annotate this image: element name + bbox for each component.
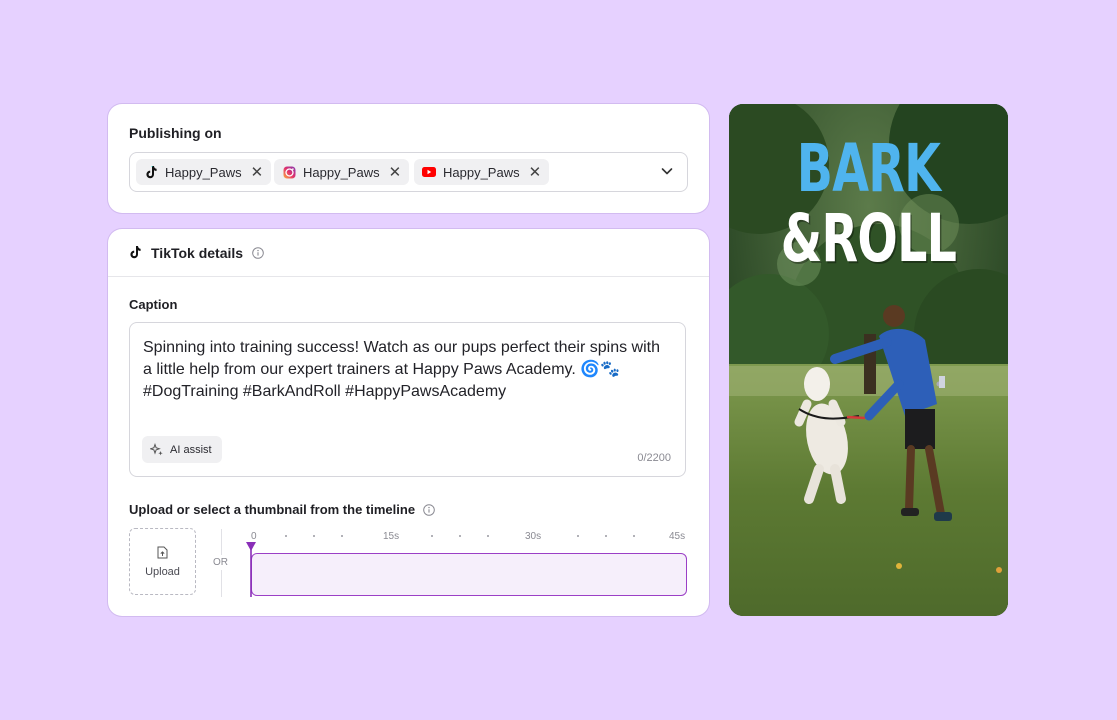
- ai-assist-label: AI assist: [170, 443, 212, 456]
- details-title: TikTok details: [151, 244, 244, 261]
- remove-icon[interactable]: ✕: [529, 165, 542, 180]
- tick-dot: [341, 535, 343, 537]
- caption-input[interactable]: Spinning into training success! Watch as…: [129, 322, 686, 477]
- tick-dot: [459, 535, 461, 537]
- or-label: OR: [212, 555, 229, 570]
- account-chip-youtube[interactable]: Happy_Paws ✕: [414, 159, 550, 185]
- chevron-down-icon[interactable]: [661, 165, 673, 177]
- publishing-card: Publishing on Happy_Paws ✕ Happy_Paws ✕ …: [108, 104, 709, 213]
- character-counter: 0/2200: [637, 452, 671, 464]
- account-chip-instagram[interactable]: Happy_Paws ✕: [274, 159, 410, 185]
- remove-icon[interactable]: ✕: [389, 165, 402, 180]
- tiktok-icon: [144, 165, 158, 179]
- account-name: Happy_Paws: [443, 164, 520, 180]
- thumbnail-timeline[interactable]: [251, 553, 687, 596]
- timeline-tick: 15s: [383, 531, 400, 542]
- tick-dot: [605, 535, 607, 537]
- youtube-icon: [422, 165, 436, 179]
- caption-label: Caption: [129, 297, 178, 312]
- video-preview[interactable]: BARK &ROLL: [729, 104, 1008, 616]
- sparkle-icon: [150, 442, 163, 455]
- timeline-tick: 30s: [525, 531, 542, 542]
- tick-dot: [313, 535, 315, 537]
- upload-button[interactable]: Upload: [129, 528, 196, 595]
- preview-title-line-1: BARK: [796, 130, 941, 207]
- tick-dot: [487, 535, 489, 537]
- publishing-label: Publishing on: [129, 125, 222, 141]
- account-select[interactable]: Happy_Paws ✕ Happy_Paws ✕ Happy_Paws ✕: [129, 152, 688, 192]
- remove-icon[interactable]: ✕: [251, 165, 264, 180]
- upload-file-icon: [157, 546, 168, 558]
- preview-title-line-2: &ROLL: [780, 200, 957, 277]
- playhead-handle[interactable]: [245, 542, 257, 597]
- info-icon[interactable]: [252, 246, 264, 259]
- tick-dot: [577, 535, 579, 537]
- tiktok-icon: [129, 245, 143, 260]
- tick-dot: [633, 535, 635, 537]
- details-card: TikTok details Caption Spinning into tra…: [108, 229, 709, 616]
- account-chip-tiktok[interactable]: Happy_Paws ✕: [136, 159, 272, 185]
- upload-label: Upload: [145, 565, 180, 578]
- timeline-tick: 45s: [669, 531, 686, 542]
- timeline-tick: 0: [251, 531, 257, 542]
- timeline-ruler: 0 15s 30s 45s: [251, 528, 688, 544]
- account-name: Happy_Paws: [165, 164, 242, 180]
- details-header: TikTok details: [108, 229, 709, 277]
- info-icon[interactable]: [423, 503, 435, 516]
- caption-text[interactable]: Spinning into training success! Watch as…: [143, 337, 668, 403]
- thumbnail-label-text: Upload or select a thumbnail from the ti…: [129, 502, 416, 517]
- thumbnail-label: Upload or select a thumbnail from the ti…: [129, 502, 435, 517]
- tick-dot: [431, 535, 433, 537]
- account-name: Happy_Paws: [303, 164, 380, 180]
- tick-dot: [285, 535, 287, 537]
- ai-assist-button[interactable]: AI assist: [142, 436, 222, 463]
- instagram-icon: [282, 165, 296, 179]
